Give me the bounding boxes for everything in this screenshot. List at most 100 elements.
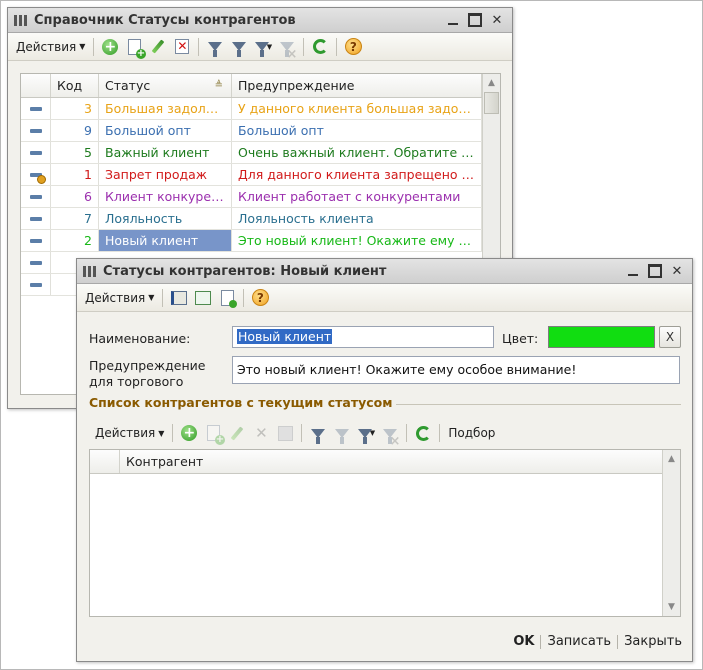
save-icon [277,425,293,441]
add-copy-button[interactable] [123,36,146,59]
sub-filter-setup-button[interactable] [307,422,329,444]
cell-code: 1 [51,164,99,185]
table-row[interactable]: 9 Большой опт Большой опт [21,120,482,142]
maximize-button[interactable] [646,262,664,280]
toolbar-separator [301,424,303,442]
cell-code: 2 [51,230,99,251]
list-toolbar: Действия▼ + ✕ ▼ ? [8,33,512,62]
row-status-icon [29,106,42,111]
save-button[interactable]: Записать [541,634,617,649]
cell-code: 5 [51,142,99,163]
delete-button[interactable]: ✕ [171,36,193,58]
toolbar-separator [198,37,200,56]
clear-filter-button[interactable] [276,36,298,62]
warning-input[interactable]: Это новый клиент! Окажите ему особое вни… [232,356,680,384]
table-row[interactable]: 5 Важный клиент Очень важный клиент. Обрат… [21,142,482,164]
pencil-icon [152,39,165,54]
close-window-button[interactable]: ✕ [488,11,506,29]
filter-by-value-button[interactable] [228,36,250,58]
cell-warning: Клиент работает с конкурентами [232,186,482,207]
sub-actions-menu-button[interactable]: Действия ▼ [91,426,168,440]
cell-status: Важный клиент [99,142,232,163]
filter-value-icon [335,428,350,444]
edit-button[interactable] [147,36,169,58]
table-row[interactable]: 3 Большая задолже... У данного клиента бол… [21,98,482,120]
actions-menu-button[interactable]: Действия ▼ [81,291,158,305]
refresh-icon [312,39,328,54]
plus-icon: + [102,38,119,55]
table-row[interactable]: 6 Клиент конкурен... Клиент работает с кон… [21,186,482,208]
name-input-value: Новый клиент [237,329,333,344]
row-marker [21,252,51,273]
document-add-icon [127,38,146,59]
sub-add-copy-button[interactable] [202,422,225,445]
minimize-button[interactable] [624,262,642,280]
row-status-icon [29,150,42,155]
chevron-down-icon: ▼ [158,428,165,438]
sub-filter-by-value-button[interactable] [331,422,353,444]
column-status[interactable]: Статус ≜ [99,74,232,97]
column-code[interactable]: Код [51,74,99,97]
filter-history-button[interactable]: ▼ [252,36,274,58]
sub-edit-button[interactable] [226,422,248,444]
minimize-button[interactable] [444,11,462,29]
cell-warning: Очень важный клиент. Обратите вн... [232,142,482,163]
sub-filter-history-button[interactable]: ▼ [355,422,377,444]
subordinate-toolbar: Действия▼ + ✕ ▼ Подбор [87,419,683,449]
item-window-titlebar[interactable]: Статусы контрагентов: Новый клиент ✕ [77,259,692,284]
help-button[interactable]: ? [342,36,364,58]
help-icon: ? [344,38,362,55]
close-button[interactable]: Закрыть [618,634,688,649]
toolbar-separator [162,288,164,307]
sub-refresh-button[interactable] [412,422,434,444]
actions-label: Действия [16,39,77,54]
copy-button[interactable] [216,287,238,309]
move-to-folder-button[interactable] [168,287,190,309]
delete-icon: ✕ [175,39,190,54]
sub-save-button[interactable] [274,422,296,444]
pick-button[interactable]: Подбор [444,426,499,440]
chevron-down-icon: ▼ [79,42,86,51]
row-marker [21,208,51,229]
toolbar-separator [93,37,95,56]
filter-history-icon [357,428,372,444]
filter-icon [311,428,326,444]
sub-add-button[interactable]: + [178,422,200,444]
filter-setup-button[interactable] [204,36,226,58]
sub-delete-button[interactable]: ✕ [250,422,272,444]
ok-button[interactable]: OK [507,634,540,649]
maximize-button[interactable] [466,11,484,29]
column-warning[interactable]: Предупреждение [232,74,482,97]
close-window-button[interactable]: ✕ [668,262,686,280]
table-row[interactable]: 2 Новый клиент Это новый клиент! Окажите е… [21,230,482,252]
scroll-up-arrow-icon[interactable]: ▲ [483,74,500,92]
item-window: Статусы контрагентов: Новый клиент ✕ Дей… [76,258,693,662]
column-counterparty[interactable]: Контрагент [120,450,662,473]
filter-clear-icon [383,428,400,449]
sub-clear-filter-button[interactable] [379,422,401,449]
pencil-icon [231,425,244,441]
row-marker [21,142,51,163]
scroll-down-arrow-icon[interactable]: ▼ [663,598,680,616]
filter-value-icon [232,42,247,57]
scroll-thumb[interactable] [484,92,499,114]
scroll-up-arrow-icon[interactable]: ▲ [663,450,680,468]
grid-scrollbar[interactable]: ▲ ▼ [662,450,680,616]
open-list-button[interactable] [192,287,214,309]
color-field[interactable] [548,326,655,348]
help-button[interactable]: ? [249,287,271,309]
table-row[interactable]: 1 Запрет продаж Для данного клиента запрещ… [21,164,482,186]
refresh-button[interactable] [309,36,331,58]
list-window-titlebar[interactable]: Справочник Статусы контрагентов ✕ [8,8,512,33]
name-input[interactable]: Новый клиент [232,326,494,348]
counterparties-grid[interactable]: Контрагент ▲ ▼ [89,449,681,617]
row-status-icon [29,282,42,287]
row-marker [21,230,51,251]
cell-status: Лояльность [99,208,232,229]
cell-status: Большой опт [99,120,232,141]
add-button[interactable]: + [99,36,121,58]
table-row[interactable]: 7 Лояльность Лояльность клиента [21,208,482,230]
row-status-icon [29,260,42,265]
clear-color-button[interactable]: X [659,326,681,348]
actions-menu-button[interactable]: Действия ▼ [12,40,89,54]
